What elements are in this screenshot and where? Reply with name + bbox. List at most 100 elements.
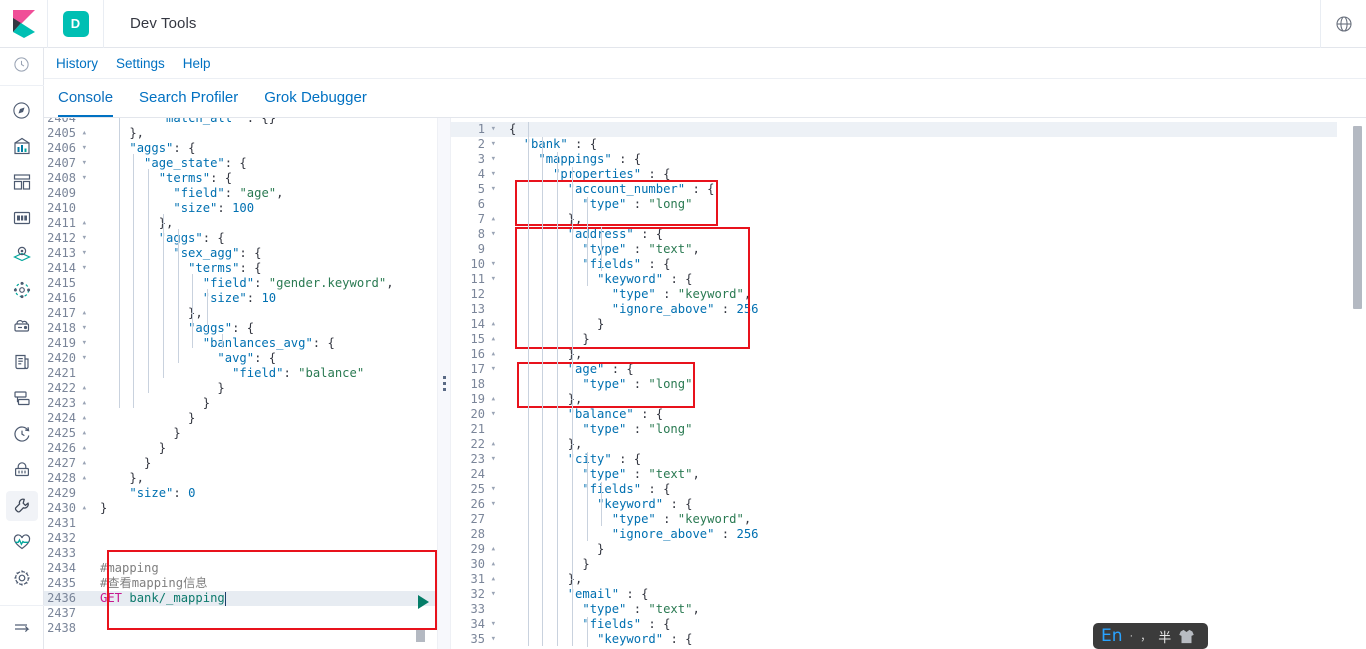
code-line: "size": 0 — [129, 486, 196, 500]
code-line: "aggs": { — [188, 321, 255, 335]
sidebar-item-dashboard[interactable] — [6, 167, 38, 197]
space-selector-button[interactable]: D — [48, 0, 104, 48]
gutter-line: ▾ 25 — [470, 482, 496, 496]
infra-icon — [13, 320, 29, 332]
map-pin-icon — [12, 246, 31, 262]
ime-punct-dot[interactable]: · — [1130, 630, 1134, 642]
gutter-line: ▾ 2419 — [47, 336, 87, 350]
gutter-line: ▴ 2423 — [47, 396, 87, 410]
code-line: "type" : "text", — [582, 467, 700, 481]
code-line: "keyword" : { — [597, 272, 693, 286]
page-title: Dev Tools — [130, 15, 197, 32]
sidebar-item-dev-tools[interactable] — [5, 491, 38, 521]
arrow-right-lines-icon — [14, 623, 29, 632]
compass-icon — [13, 101, 30, 119]
code-line: "mappings" : { — [538, 152, 642, 166]
console-subnav: History Settings Help — [44, 48, 1366, 79]
gutter-line: ▾ 10 — [470, 257, 496, 271]
code-line: "ignore_above" : 256 — [611, 302, 759, 316]
pane-splitter[interactable] — [437, 118, 451, 649]
code-line: "city" : { — [567, 452, 642, 466]
gutter-line: ▾ 1 — [477, 122, 496, 136]
console-request-editor[interactable]: 2404 ▴ 2405 ▾ 2406 ▾ 2407 ▾ 2408 2409 2410 ▴ 2411 ▾ 24… — [44, 118, 437, 649]
code-line: "field": "balance" — [232, 366, 365, 380]
gutter-line: 2429 — [47, 486, 76, 500]
indent-guide — [192, 274, 194, 348]
sidebar-item-recently-viewed[interactable] — [0, 48, 44, 86]
sidebar-item-logs[interactable] — [6, 347, 38, 377]
code-line: "age_state": { — [144, 156, 247, 170]
code-line: } — [509, 557, 590, 571]
kibana-logo-button[interactable] — [0, 0, 48, 48]
tab-grok-debugger[interactable]: Grok Debugger — [264, 89, 367, 117]
gutter-line: ▾ 17 — [470, 362, 496, 376]
code-line: }, — [100, 126, 145, 140]
sidebar-item-maps[interactable] — [6, 239, 38, 269]
sidebar-item-uptime[interactable] — [6, 419, 38, 449]
sidebar-item-visualize[interactable] — [6, 131, 38, 161]
indent-guide — [601, 227, 603, 271]
code-line: "balance" : { — [567, 407, 664, 421]
subnav-help[interactable]: Help — [183, 56, 211, 71]
sidebar-item-infrastructure[interactable] — [6, 311, 38, 341]
play-triangle-icon[interactable] — [418, 594, 429, 609]
gutter-line: ▴ 2411 — [47, 216, 87, 230]
code-line: } — [100, 441, 167, 455]
clock-icon — [13, 56, 30, 78]
uptime-clock-icon — [13, 426, 29, 442]
tab-console[interactable]: Console — [58, 89, 114, 117]
code-line: "bank" : { — [523, 137, 598, 151]
subnav-history[interactable]: History — [56, 56, 98, 71]
code-line: "fields" : { — [582, 617, 671, 631]
subnav-settings[interactable]: Settings — [116, 56, 165, 71]
gutter-line: 2438 — [47, 621, 76, 635]
gutter-line: ▾ 5 — [477, 182, 496, 196]
ime-punct-comma[interactable]: ， — [1140, 628, 1151, 644]
sidebar-item-discover[interactable] — [6, 95, 38, 125]
sidebar-item-monitoring[interactable] — [6, 527, 38, 557]
response-scrollbar[interactable] — [1353, 126, 1362, 309]
devtools-tabs: Console Search Profiler Grok Debugger — [44, 79, 1366, 118]
collapse-nav-button[interactable] — [0, 605, 44, 649]
lock-icon — [14, 462, 29, 477]
help-menu-button[interactable] — [1320, 0, 1366, 48]
code-line: "account_number" : { — [567, 182, 715, 196]
code-line: "size": 100 — [173, 201, 255, 215]
sidebar-item-siem[interactable] — [6, 455, 38, 485]
gutter-line: ▾ 2 — [477, 137, 496, 151]
code-line: "match_all" : {} — [158, 118, 277, 125]
indent-guide — [601, 482, 603, 526]
primary-nav-rail — [0, 48, 44, 649]
gutter-line: ▴ 2426 — [47, 441, 87, 455]
ime-width-mode[interactable]: 半 — [1158, 627, 1171, 646]
sidebar-item-apm[interactable] — [6, 383, 38, 413]
gutter-line: ▴ 31 — [470, 572, 496, 586]
request-code[interactable]: "match_all" : {} }, "aggs": { "age_state… — [100, 118, 394, 636]
gutter-line: ▴ 30 — [470, 557, 496, 571]
tab-search-profiler[interactable]: Search Profiler — [139, 89, 238, 117]
ime-status-bar[interactable]: En · ， 半 — [1093, 623, 1208, 649]
code-line: } — [100, 456, 152, 470]
indent-guide — [586, 617, 588, 647]
sidebar-item-machine-learning[interactable] — [6, 275, 38, 305]
request-scroll-thumb[interactable] — [416, 630, 425, 642]
code-line: }, — [100, 306, 203, 320]
gutter-line: 21 — [470, 422, 485, 436]
code-line: } — [597, 317, 605, 331]
sidebar-item-management[interactable] — [6, 563, 38, 593]
indent-guide — [542, 137, 544, 646]
gutter-line: ▾ 32 — [470, 587, 496, 601]
sidebar-item-canvas[interactable] — [6, 203, 38, 233]
code-line: GET bank/_mapping — [100, 591, 225, 605]
gutter-line: ▾ 11 — [470, 272, 496, 286]
indent-guide — [118, 118, 120, 408]
gutter-line: ▾ 2420 — [47, 351, 87, 365]
gutter-line: ▾ 35 — [470, 632, 496, 646]
heartbeat-icon — [13, 534, 30, 550]
ime-language[interactable]: En — [1101, 627, 1123, 645]
gutter-line: 18 — [470, 377, 485, 391]
console-response-editor[interactable]: ▾ 1 ▾ 2 ▾ 3 ▾ 4 ▾ 5 6 ▴ 7 ▾ 8 9 ▾ 10 ▾ 11 12 13 ▴ 14 ▴ 15 ▴ 16 ▾ 17 18… — [451, 118, 1366, 649]
gutter-line: ▴ 19 — [470, 392, 496, 406]
shirt-icon[interactable] — [1178, 629, 1195, 644]
